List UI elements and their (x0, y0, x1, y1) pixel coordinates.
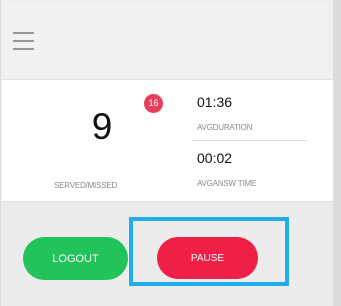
menu-bar (13, 40, 34, 42)
agent-panel: 9 16 SERVED/MISSED 01:36 AVGDURATION 00:… (0, 0, 334, 306)
served-missed-label: SERVED/MISSED (54, 181, 118, 190)
action-bar: LOGOUT PAUSE (2, 203, 334, 306)
missed-badge: 16 (144, 94, 163, 113)
right-edge-divider (333, 0, 341, 306)
stats-divider (192, 140, 308, 141)
logout-button[interactable]: LOGOUT (23, 237, 128, 280)
menu-bar (13, 48, 34, 50)
avg-answer-time-value: 00:02 (197, 150, 233, 166)
avg-answer-time-label: AVGANSW TIME (197, 179, 257, 188)
agent-stats: 9 16 SERVED/MISSED 01:36 AVGDURATION 00:… (2, 80, 334, 202)
served-count: 9 (91, 106, 113, 147)
pause-button[interactable]: PAUSE (157, 237, 258, 279)
avg-duration-label: AVGDURATION (197, 123, 253, 132)
hamburger-menu-icon[interactable] (13, 32, 34, 53)
panel-header (2, 1, 334, 80)
avg-duration-value: 01:36 (197, 94, 233, 110)
menu-bar (13, 32, 34, 34)
